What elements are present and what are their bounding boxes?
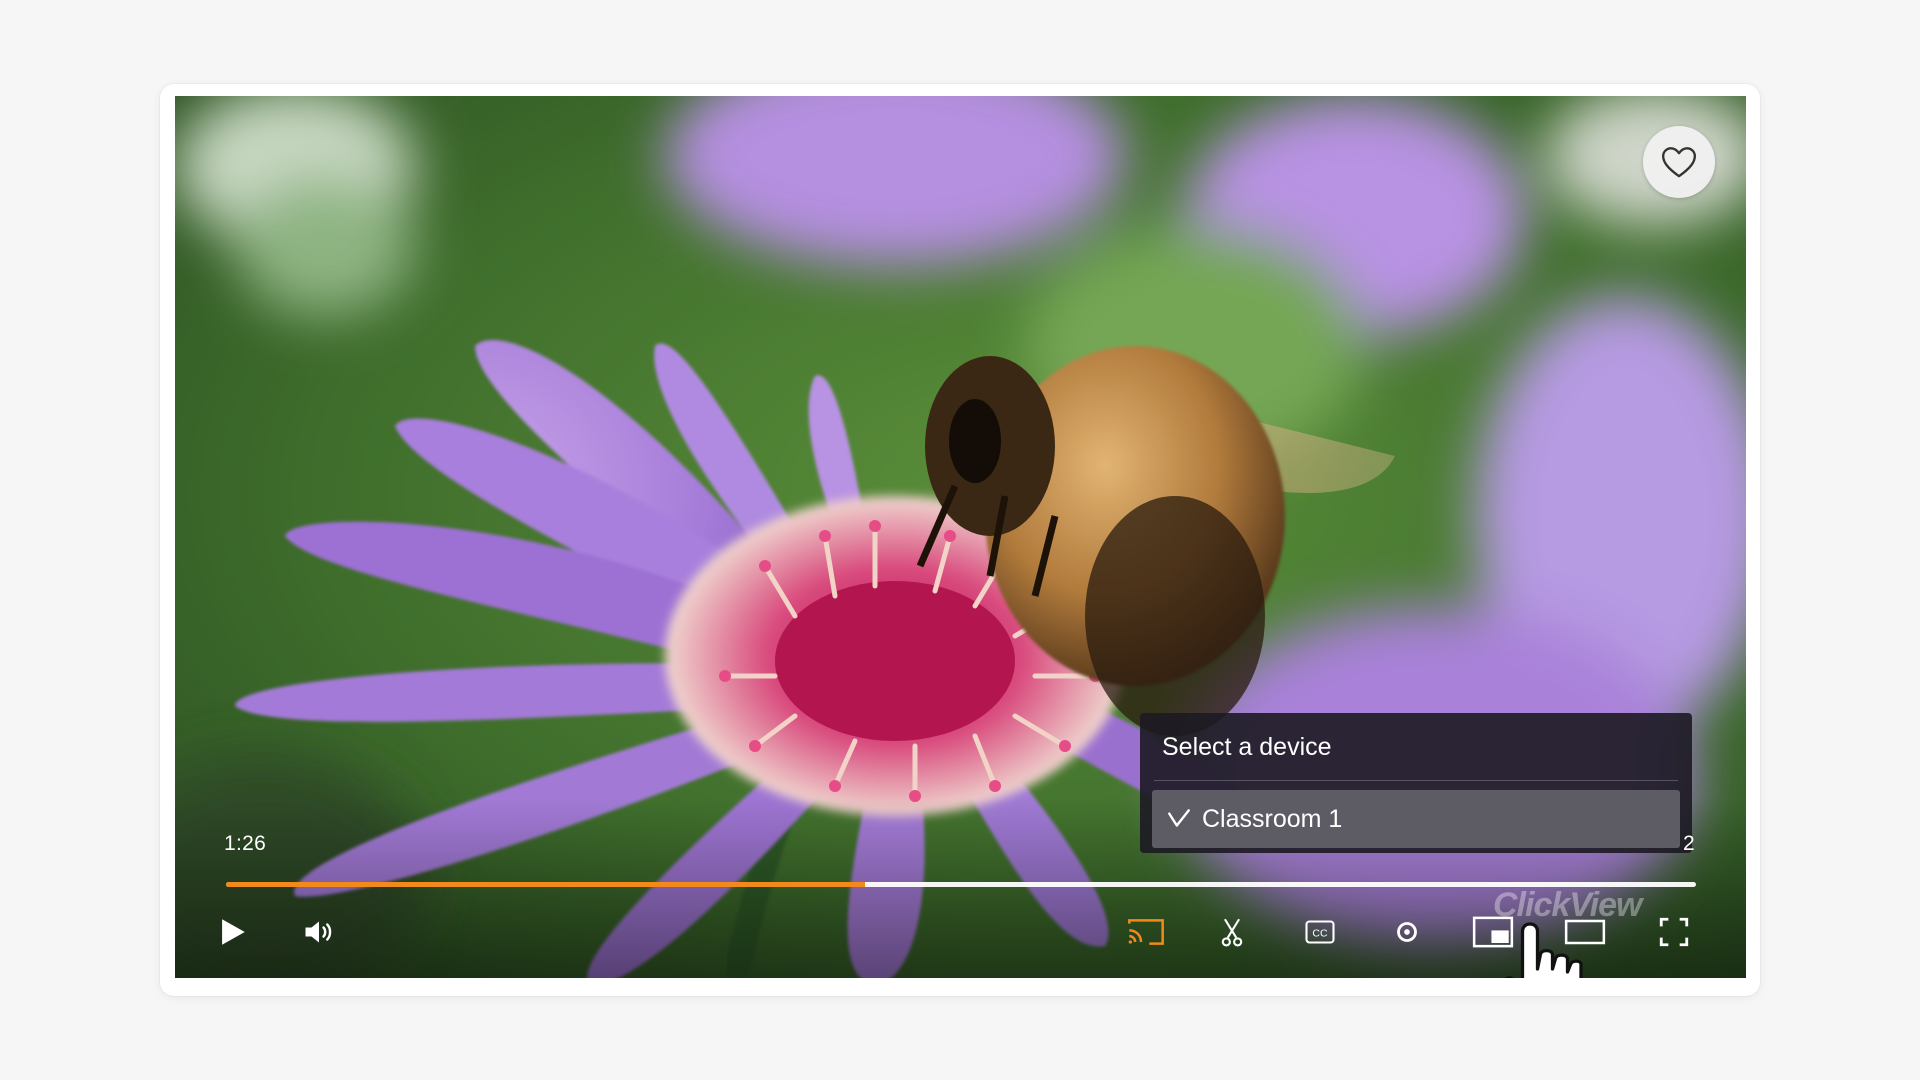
progress-bar[interactable]	[226, 882, 1696, 887]
fullscreen-icon	[1659, 917, 1689, 947]
device-option-classroom-1[interactable]: Classroom 1	[1152, 790, 1680, 848]
clip-scissors-icon	[1221, 918, 1243, 947]
play-button[interactable]	[210, 910, 254, 954]
closed-captions-icon: CC	[1305, 920, 1335, 944]
device-menu-divider	[1154, 780, 1678, 781]
volume-button[interactable]	[297, 910, 341, 954]
clip-button[interactable]	[1210, 910, 1254, 954]
progress-played	[226, 882, 866, 887]
video-player[interactable]: Select a device Classroom 1 1:26 2 Click…	[175, 96, 1746, 978]
closed-captions-button[interactable]: CC	[1298, 910, 1342, 954]
settings-button[interactable]	[1385, 910, 1429, 954]
settings-icon	[1397, 922, 1417, 942]
current-time: 1:26	[224, 832, 267, 855]
cast-device-menu: Select a device Classroom 1	[1140, 713, 1692, 853]
favorite-button[interactable]	[1643, 126, 1715, 198]
hand-pointer-icon	[1504, 922, 1583, 978]
device-menu-title: Select a device	[1162, 733, 1332, 761]
svg-text:CC: CC	[1312, 928, 1328, 940]
duration: 2	[1683, 832, 1695, 855]
cast-icon	[1128, 919, 1164, 945]
volume-icon	[305, 921, 332, 943]
device-option-label: Classroom 1	[1202, 804, 1343, 833]
play-icon	[222, 919, 245, 945]
fullscreen-button[interactable]	[1652, 910, 1696, 954]
heart-icon	[1662, 147, 1696, 178]
checkmark-icon	[1168, 809, 1190, 827]
cast-button[interactable]	[1124, 910, 1168, 954]
